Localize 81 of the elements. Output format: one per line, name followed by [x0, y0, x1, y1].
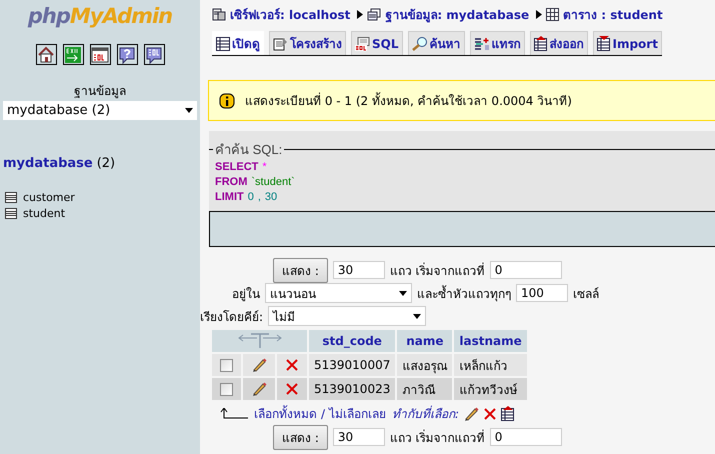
home-button[interactable] [36, 44, 56, 65]
sql-code: SELECT * FROM `student` LIMIT 0 , 30 [215, 160, 296, 205]
table-count: (2) [96, 156, 116, 171]
tab[interactable]: ค้นหา [408, 31, 464, 55]
table-icon [546, 8, 560, 21]
table-link[interactable]: customer [23, 191, 75, 204]
database-select[interactable]: mydatabase (2) [3, 101, 197, 120]
database-icon [367, 8, 382, 21]
triangle-icon [357, 10, 364, 19]
show-button[interactable]: แสดง : [273, 258, 328, 282]
field-label: และซ้ำหัวแถวทุกๆ [417, 284, 511, 302]
table-cell: เหล็กแก้ว [454, 354, 527, 376]
info-icon [219, 92, 235, 108]
column-arrows-icon [236, 333, 282, 349]
corner-arrow-icon [220, 408, 250, 420]
table-cell: 5139010023 [309, 378, 396, 400]
with-selected-label: ทำกับที่เลือก: [392, 404, 460, 423]
edit-icon[interactable] [251, 357, 267, 373]
column-header[interactable]: lastname [454, 330, 527, 352]
caret-icon [185, 108, 193, 113]
database-label: ฐานข้อมูล [73, 83, 127, 100]
table-icon [5, 208, 17, 219]
help-button[interactable] [116, 44, 138, 65]
insert-row-icon [474, 36, 490, 50]
rows-field[interactable]: 30 [332, 428, 385, 446]
show-button[interactable]: แสดง : [273, 424, 328, 450]
edit-icon[interactable] [251, 381, 267, 397]
select-none-link[interactable]: ไม่เลือกเลย [329, 404, 386, 423]
sql-query-button[interactable] [144, 44, 164, 65]
tab[interactable]: เปิดดู [212, 31, 264, 55]
export-icon [501, 406, 516, 421]
tab[interactable]: โครงสร้าง [269, 31, 346, 55]
breadcrumb-link[interactable]: เซิร์ฟเวอร์: localhost [230, 5, 350, 24]
import-icon [596, 36, 610, 51]
field-label: เรียงโดยคีย์: [200, 308, 264, 326]
delete-icon[interactable] [483, 406, 498, 420]
display-mode-select[interactable]: แนวนอน [265, 283, 412, 303]
row-checkbox[interactable] [220, 383, 233, 396]
edit-icon[interactable] [463, 406, 480, 422]
triangle-icon [536, 10, 542, 19]
panel-title: คำค้น SQL: [214, 141, 284, 159]
field-label: เซลล์ [573, 286, 599, 302]
column-header[interactable]: name [397, 330, 452, 352]
tab[interactable]: ส่งออก [530, 31, 588, 55]
table-cell: 5139010007 [309, 354, 396, 376]
start-row-field[interactable]: 0 [490, 261, 562, 279]
row-checkbox[interactable] [220, 359, 233, 372]
document-icon [273, 36, 288, 50]
tab[interactable]: SQL [351, 31, 402, 55]
rows-field[interactable]: 30 [332, 261, 385, 279]
tab[interactable]: แทรก [470, 31, 524, 55]
caret-icon [399, 290, 407, 296]
table-cell: ภาวิณี [397, 378, 452, 400]
exit-button[interactable] [62, 44, 84, 65]
tab[interactable]: Import [592, 31, 662, 55]
field-label: อยู่ใน [232, 286, 260, 302]
breadcrumb-link[interactable]: ฐานข้อมูล: mydatabase [385, 5, 530, 24]
delete-icon[interactable] [285, 382, 299, 396]
table-cell: แก้วทวีวงษ์ [454, 378, 527, 400]
search-icon [412, 36, 428, 51]
export-icon [534, 36, 548, 51]
field-label: แถว เริ่มจากแถวที่ [390, 262, 485, 280]
server-icon [212, 8, 226, 21]
table-icon [5, 192, 17, 203]
sql-window-button[interactable] [90, 44, 110, 65]
start-row-field[interactable]: 0 [490, 428, 562, 446]
database-link[interactable]: mydatabase [3, 156, 93, 171]
field-label: แถว เริ่มจากแถวที่ [390, 428, 485, 446]
column-header[interactable]: std_code [309, 330, 396, 352]
table-link[interactable]: student [23, 207, 66, 220]
table-cell: แสงอรุณ [397, 354, 452, 376]
link-separator: / [321, 406, 326, 420]
sort-key-select[interactable]: ไม่มี [268, 306, 426, 326]
sql-icon [355, 36, 370, 50]
delete-icon[interactable] [285, 358, 299, 372]
notice-text: แสดงระเบียนที่ 0 - 1 (2 ทั้งหมด, คำค้นใช้เวลา 0.0004 วินาที) [245, 91, 572, 110]
select-all-link[interactable]: เลือกทั้งหมด [254, 404, 317, 423]
caret-icon [413, 314, 422, 318]
table-icon [216, 36, 230, 50]
breadcrumb-link[interactable]: ตาราง : student [563, 5, 663, 24]
repeat-header-field[interactable]: 100 [516, 284, 568, 302]
